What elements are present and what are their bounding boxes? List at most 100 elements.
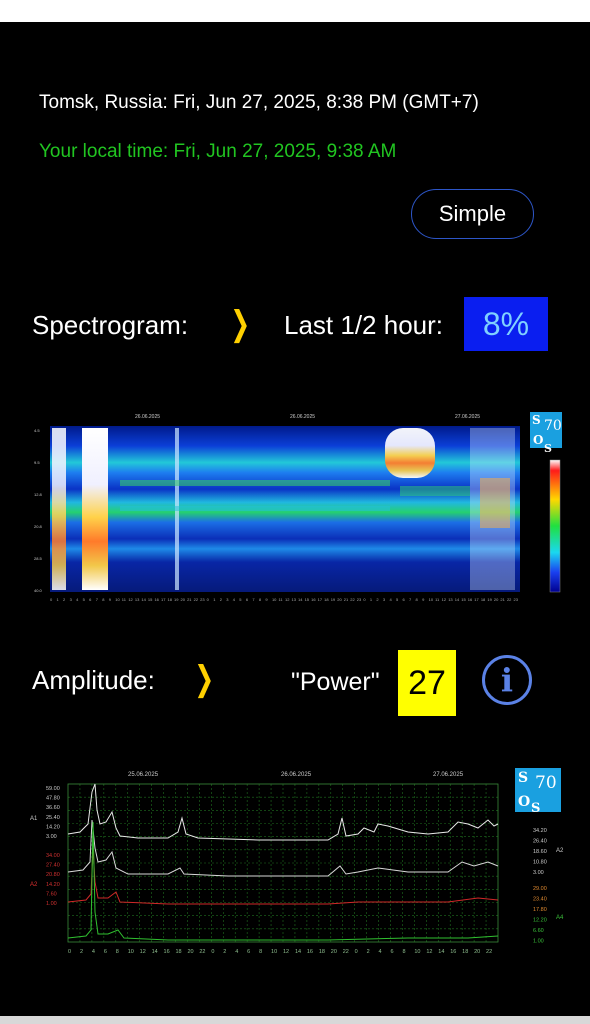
amp-left-tick-red: 1.00 (46, 901, 57, 907)
amp-hour-tick: 18 (462, 949, 468, 955)
logo-number: 70 (544, 418, 562, 434)
power-value: 27 (398, 650, 456, 716)
amp-hour-tick: 6 (104, 949, 107, 955)
power-label: "Power" (291, 668, 380, 696)
amp-hour-tick: 16 (164, 949, 170, 955)
amp-date-3: 27.06.2025 (433, 772, 464, 778)
logo-letter: S (518, 770, 528, 786)
amp-left-tick-red: 7.60 (46, 891, 57, 897)
axis-tag-a4: A4 (556, 915, 564, 921)
info-icon[interactable]: i (482, 655, 532, 705)
spectro-hour-tick: 20 (181, 597, 186, 602)
amp-left-tick-red: 27.40 (46, 863, 60, 869)
amp-left-tick: 36.60 (46, 805, 60, 811)
spectro-hour-tick: 17 (474, 597, 479, 602)
spectro-ytick: 4.5 (34, 428, 40, 433)
spectro-hour-tick: 23 (357, 597, 362, 602)
amp-hour-tick: 18 (319, 949, 325, 955)
amp-right-tick-orange: 29.00 (533, 886, 547, 892)
spectro-hour-tick: 16 (468, 597, 473, 602)
spectro-hour-tick: 19 (174, 597, 179, 602)
amp-hour-tick: 14 (438, 949, 444, 955)
spectro-hour-tick: 17 (161, 597, 166, 602)
amp-hour-tick: 22 (486, 949, 492, 955)
logo-letter: S (531, 801, 540, 816)
spectro-hour-tick: 13 (292, 597, 297, 602)
amp-left-tick-red: 14.20 (46, 882, 60, 888)
last-half-hour-label: Last 1/2 hour: (284, 310, 443, 340)
amp-left-tick-red: 20.80 (46, 872, 60, 878)
simple-button[interactable]: Simple (411, 189, 534, 239)
spectro-date-1: 26.06.2025 (135, 414, 160, 420)
spectro-hour-tick: 21 (187, 597, 192, 602)
amp-left-tick: 47.80 (46, 796, 60, 802)
spectro-hour-tick: 16 (154, 597, 159, 602)
axis-tag-a1: A1 (30, 816, 38, 822)
local-time: Your local time: Fri, Jun 27, 2025, 9:38… (39, 141, 397, 162)
spectro-hour-tick: 10 (429, 597, 434, 602)
logo-letter: S (544, 442, 552, 455)
spectro-hour-tick: 14 (455, 597, 460, 602)
amp-right-tick: 10.80 (533, 860, 547, 866)
spectro-hour-tick: 10 (115, 597, 120, 602)
amp-hour-tick: 4 (379, 949, 382, 955)
status-bar (0, 0, 590, 22)
spectrogram-chevron-icon[interactable]: ❯ (230, 304, 250, 344)
amp-left-tick-red: 34.00 (46, 853, 60, 859)
amp-hour-tick: 22 (343, 949, 349, 955)
amp-hour-tick: 8 (402, 949, 405, 955)
logo-letter: O (518, 794, 530, 810)
nav-bar (0, 1016, 590, 1024)
spectro-hour-tick: 16 (311, 597, 316, 602)
amp-hour-tick: 20 (331, 949, 337, 955)
amp-right-tick-orange: 1.00 (533, 939, 544, 945)
amp-left-tick: 25.40 (46, 815, 60, 821)
logo-letter: S (532, 413, 541, 427)
amp-hour-tick: 10 (128, 949, 134, 955)
spectro-hour-tick: 15 (148, 597, 153, 602)
spectro-hour-tick: 14 (141, 597, 146, 602)
amplitude-chart[interactable]: 25.06.2025 26.06.2025 27.06.2025 59.0047… (28, 762, 570, 960)
amp-hour-tick: 16 (307, 949, 313, 955)
amp-hour-tick: 0 (68, 949, 71, 955)
spectro-hour-tick: 19 (331, 597, 336, 602)
amp-hour-tick: 12 (426, 949, 432, 955)
spectro-hour-tick: 23 (200, 597, 205, 602)
spectro-hour-tick: 22 (350, 597, 355, 602)
amp-hour-tick: 22 (199, 949, 205, 955)
amp-hour-tick: 8 (259, 949, 262, 955)
spectro-hour-tick: 15 (461, 597, 466, 602)
spectro-hour-tick: 18 (168, 597, 173, 602)
spectro-hour-tick: 21 (500, 597, 505, 602)
axis-tag-a2-right: A2 (556, 848, 564, 854)
axis-tag-a2-left: A2 (30, 882, 38, 888)
spectro-hour-tick: 17 (318, 597, 323, 602)
amp-hour-tick: 4 (92, 949, 95, 955)
amp-date-1: 25.06.2025 (128, 772, 159, 778)
spectro-hour-tick: 18 (481, 597, 486, 602)
amp-left-tick: 3.00 (46, 834, 57, 840)
spectrogram-label: Spectrogram: (32, 310, 189, 340)
spectro-hour-tick: 12 (128, 597, 133, 602)
amp-hour-tick: 0 (355, 949, 358, 955)
amp-hour-tick: 14 (295, 949, 301, 955)
amp-hour-tick: 2 (80, 949, 83, 955)
spectro-hour-tick: 23 (513, 597, 518, 602)
amp-hour-tick: 10 (414, 949, 420, 955)
spectrogram-chart[interactable]: 26.06.2025 26.06.2025 27.06.2025 4.5 9.5… (30, 408, 570, 608)
spectro-ytick: 40.0 (34, 588, 43, 593)
amp-left-tick: 59.00 (46, 786, 60, 792)
amplitude-chevron-icon[interactable]: ❯ (194, 659, 214, 699)
amp-hour-tick: 14 (152, 949, 158, 955)
location-time: Tomsk, Russia: Fri, Jun 27, 2025, 8:38 P… (39, 92, 479, 113)
spectro-hour-tick: 21 (344, 597, 349, 602)
amp-hour-tick: 4 (235, 949, 238, 955)
amp-hour-tick: 20 (474, 949, 480, 955)
spectro-hour-tick: 20 (337, 597, 342, 602)
amp-hour-tick: 0 (211, 949, 214, 955)
spectro-hour-tick: 22 (507, 597, 512, 602)
color-scale (549, 459, 561, 593)
spectro-hour-tick: 12 (442, 597, 447, 602)
logo-letter: O (533, 433, 543, 447)
spectro-hour-tick: 10 (272, 597, 277, 602)
